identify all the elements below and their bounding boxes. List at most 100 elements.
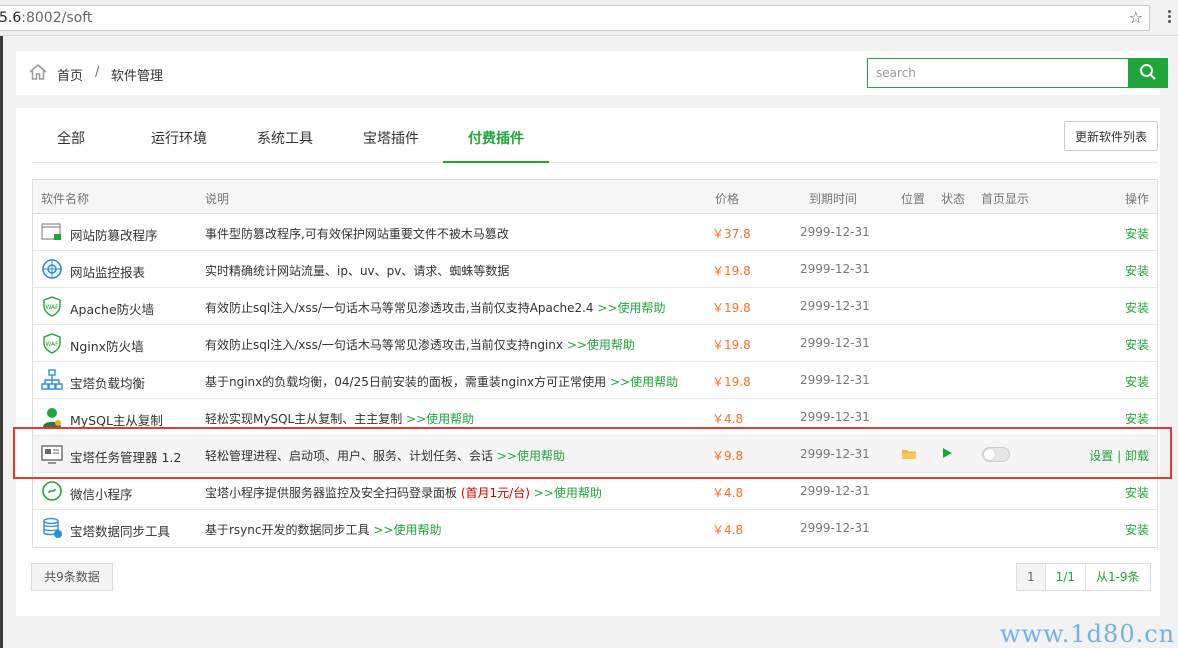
software-name: 宝塔数据同步工具 bbox=[70, 524, 171, 539]
software-expire: 2999-12-31 bbox=[800, 262, 870, 276]
software-price: ￥9.8 bbox=[712, 449, 744, 463]
svg-text:WAF: WAF bbox=[45, 341, 59, 348]
th-name: 软件名称 bbox=[41, 192, 90, 206]
install-link[interactable]: 安装 bbox=[1125, 484, 1149, 501]
table-row: WAF Nginx防火墙 有效防止sql注入/xss/一句话木马等常见渗透攻击,… bbox=[33, 325, 1157, 362]
th-home-display: 首页显示 bbox=[981, 192, 1030, 206]
url-path: :8002/soft bbox=[21, 10, 93, 26]
data-sync-icon bbox=[43, 517, 62, 538]
help-link[interactable]: >>使用帮助 bbox=[597, 301, 665, 315]
browser-address-bar: 5.6:8002/soft ☆ bbox=[0, 0, 1178, 36]
tab-bar: 全部 运行环境 系统工具 宝塔插件 付费插件 bbox=[32, 120, 1158, 163]
software-name: 网站监控报表 bbox=[70, 265, 146, 280]
home-icon[interactable] bbox=[28, 63, 48, 81]
uninstall-link[interactable]: 卸载 bbox=[1125, 449, 1149, 463]
th-desc: 说明 bbox=[205, 192, 230, 206]
table-row: WAF Apache防火墙 有效防止sql注入/xss/一句话木马等常见渗透攻击… bbox=[33, 288, 1157, 325]
software-desc: 基于rsync开发的数据同步工具 >>使用帮助 bbox=[205, 523, 442, 537]
monitor-report-icon bbox=[42, 259, 62, 279]
help-link[interactable]: >>使用帮助 bbox=[406, 412, 474, 426]
software-price: ￥19.8 bbox=[712, 338, 751, 352]
update-software-list-button[interactable]: 更新软件列表 bbox=[1064, 121, 1158, 151]
table-row: 宝塔数据同步工具 基于rsync开发的数据同步工具 >>使用帮助 ￥4.8 29… bbox=[33, 510, 1157, 547]
software-desc: 事件型防篡改程序,可有效保护网站重要文件不被木马篡改 bbox=[205, 227, 509, 241]
software-price: ￥19.8 bbox=[712, 264, 751, 278]
table-row-task-manager: 宝塔任务管理器 1.2 轻松管理进程、启动项、用户、服务、计划任务、会话 >>使… bbox=[33, 436, 1157, 473]
install-link[interactable]: 安装 bbox=[1125, 225, 1149, 242]
th-status: 状态 bbox=[941, 192, 966, 206]
software-panel: 全部 运行环境 系统工具 宝塔插件 付费插件 更新软件列表 软件名称 说明 价格… bbox=[16, 108, 1160, 616]
table-row: 网站监控报表 实时精确统计网站流量、ip、uv、pv、请求、蜘蛛等数据 ￥19.… bbox=[33, 251, 1157, 288]
action-separator: | bbox=[1117, 449, 1122, 463]
record-count: 共9条数据 bbox=[31, 563, 113, 591]
star-outline-icon[interactable]: ☆ bbox=[1129, 8, 1143, 27]
install-link[interactable]: 安装 bbox=[1125, 521, 1149, 538]
price-note: (首月1元/台) bbox=[460, 486, 530, 500]
install-link[interactable]: 安装 bbox=[1125, 336, 1149, 353]
waf-shield-icon: WAF bbox=[43, 296, 61, 317]
table-row: MySQL主从复制 轻松实现MySQL主从复制、主主复制 >>使用帮助 ￥4.8… bbox=[33, 399, 1157, 436]
software-desc: 有效防止sql注入/xss/一句话木马等常见渗透攻击,当前仅支持nginx >>… bbox=[205, 338, 635, 352]
software-price: ￥37.8 bbox=[712, 227, 751, 241]
help-link[interactable]: >>使用帮助 bbox=[497, 449, 565, 463]
tab-all[interactable]: 全部 bbox=[32, 120, 110, 163]
load-balance-icon bbox=[41, 369, 63, 390]
software-desc: 基于nginx的负载均衡，04/25日前安装的面板，需重装nginx方可正常使用… bbox=[205, 375, 679, 389]
tab-bt-plugins[interactable]: 宝塔插件 bbox=[338, 120, 444, 163]
help-link[interactable]: >>使用帮助 bbox=[373, 523, 441, 537]
software-desc: 有效防止sql注入/xss/一句话木马等常见渗透攻击,当前仅支持Apache2.… bbox=[205, 301, 666, 315]
install-link[interactable]: 安装 bbox=[1125, 410, 1149, 427]
install-link[interactable]: 安装 bbox=[1125, 299, 1149, 316]
help-link[interactable]: >>使用帮助 bbox=[610, 375, 678, 389]
page-current[interactable]: 1 bbox=[1017, 564, 1046, 590]
tab-runtime[interactable]: 运行环境 bbox=[122, 120, 236, 163]
home-display-toggle[interactable] bbox=[982, 447, 1010, 462]
page-total: 1/1 bbox=[1045, 564, 1086, 590]
th-position: 位置 bbox=[901, 192, 926, 206]
software-expire: 2999-12-31 bbox=[800, 373, 870, 387]
mysql-replication-icon bbox=[43, 408, 61, 427]
row-actions: 设置 | 卸载 bbox=[1089, 447, 1149, 464]
software-expire: 2999-12-31 bbox=[800, 521, 870, 535]
software-price: ￥19.8 bbox=[712, 301, 751, 315]
software-name: 宝塔任务管理器 1.2 bbox=[70, 450, 182, 465]
software-expire: 2999-12-31 bbox=[800, 225, 870, 239]
software-name: Nginx防火墙 bbox=[70, 339, 144, 354]
software-price: ￥4.8 bbox=[712, 523, 744, 537]
play-icon[interactable] bbox=[943, 448, 952, 458]
watermark: www.1d80.cn bbox=[1000, 620, 1176, 648]
waf-shield-icon: WAF bbox=[43, 333, 61, 354]
pagination: 1 1/1 从1-9条 bbox=[1016, 563, 1151, 591]
kebab-menu-icon[interactable] bbox=[1164, 8, 1174, 28]
tab-paid-plugins[interactable]: 付费插件 bbox=[443, 120, 549, 163]
search-input[interactable] bbox=[867, 58, 1129, 88]
search-button[interactable] bbox=[1128, 58, 1168, 88]
install-link[interactable]: 安装 bbox=[1125, 262, 1149, 279]
breadcrumb-separator: / bbox=[95, 65, 100, 80]
th-expire: 到期时间 bbox=[809, 192, 858, 206]
table-row: 网站防篡改程序 事件型防篡改程序,可有效保护网站重要文件不被木马篡改 ￥37.8… bbox=[33, 214, 1157, 251]
svg-text:WAF: WAF bbox=[45, 304, 59, 311]
page-range: 从1-9条 bbox=[1085, 564, 1150, 590]
software-price: ￥4.8 bbox=[712, 486, 744, 500]
table-row: 宝塔负载均衡 基于nginx的负载均衡，04/25日前安装的面板，需重装ngin… bbox=[33, 362, 1157, 399]
software-name: 微信小程序 bbox=[70, 487, 133, 502]
url-host: 5.6 bbox=[0, 10, 22, 26]
software-desc: 实时精确统计网站流量、ip、uv、pv、请求、蜘蛛等数据 bbox=[205, 264, 510, 278]
wechat-mini-icon bbox=[42, 481, 62, 501]
software-desc: 轻松实现MySQL主从复制、主主复制 >>使用帮助 bbox=[205, 412, 475, 426]
help-link[interactable]: >>使用帮助 bbox=[567, 338, 635, 352]
software-name: 网站防篡改程序 bbox=[70, 228, 158, 243]
th-price: 价格 bbox=[715, 192, 740, 206]
tab-system-tools[interactable]: 系统工具 bbox=[232, 120, 338, 163]
help-link[interactable]: >>使用帮助 bbox=[534, 486, 602, 500]
settings-link[interactable]: 设置 bbox=[1089, 449, 1113, 463]
table-header: 软件名称 说明 价格 到期时间 位置 状态 首页显示 操作 bbox=[33, 180, 1157, 214]
software-expire: 2999-12-31 bbox=[800, 336, 870, 350]
url-text: 5.6:8002/soft bbox=[0, 10, 92, 26]
breadcrumb-home[interactable]: 首页 bbox=[57, 65, 83, 84]
url-field[interactable]: 5.6:8002/soft ☆ bbox=[0, 5, 1150, 31]
software-price: ￥19.8 bbox=[712, 375, 751, 389]
install-link[interactable]: 安装 bbox=[1125, 373, 1149, 390]
folder-icon[interactable] bbox=[901, 446, 917, 462]
